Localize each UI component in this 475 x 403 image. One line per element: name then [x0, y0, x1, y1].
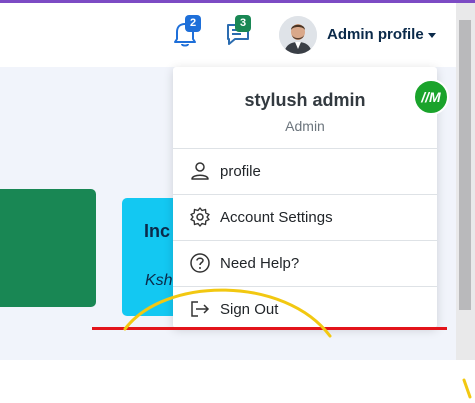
menu-item-label: profile — [220, 163, 261, 180]
menu-item-label: Sign Out — [220, 301, 279, 318]
messages-count-badge: 3 — [235, 15, 251, 32]
income-card-value: Ksh — [145, 272, 173, 289]
logo-text: //M — [420, 89, 441, 105]
menu-item-label: Need Help? — [220, 255, 300, 272]
sign-out-icon — [191, 301, 210, 317]
avatar-photo — [279, 16, 317, 54]
menu-item-account-settings[interactable]: Account Settings — [173, 195, 437, 239]
scrollbar-thumb[interactable] — [459, 20, 471, 310]
profile-dropdown-menu: stylush admin Admin profile Account Sett… — [173, 67, 437, 328]
menu-item-profile[interactable]: profile — [173, 149, 437, 193]
notifications-button[interactable]: 2 — [172, 15, 201, 48]
user-icon — [191, 162, 209, 180]
notifications-count-badge: 2 — [185, 15, 201, 32]
footer-area — [0, 360, 475, 403]
gear-icon — [190, 207, 210, 227]
avatar[interactable] — [279, 16, 317, 54]
menu-item-label: Account Settings — [220, 209, 333, 226]
menu-item-need-help[interactable]: Need Help? — [173, 241, 437, 285]
stat-card-green — [0, 189, 96, 307]
chevron-down-icon — [428, 33, 436, 38]
dropdown-user-role: Admin — [285, 118, 325, 134]
app-logo-badge[interactable]: //M — [412, 79, 450, 115]
question-icon — [190, 253, 210, 273]
menu-item-sign-out[interactable]: Sign Out — [173, 287, 437, 331]
profile-dropdown-toggle[interactable]: Admin profile — [327, 26, 424, 43]
messages-button[interactable]: 3 — [225, 15, 253, 48]
dropdown-user-name: stylush admin — [244, 90, 366, 110]
annotation-underline — [92, 327, 447, 330]
income-card-title: Inc — [144, 221, 171, 241]
